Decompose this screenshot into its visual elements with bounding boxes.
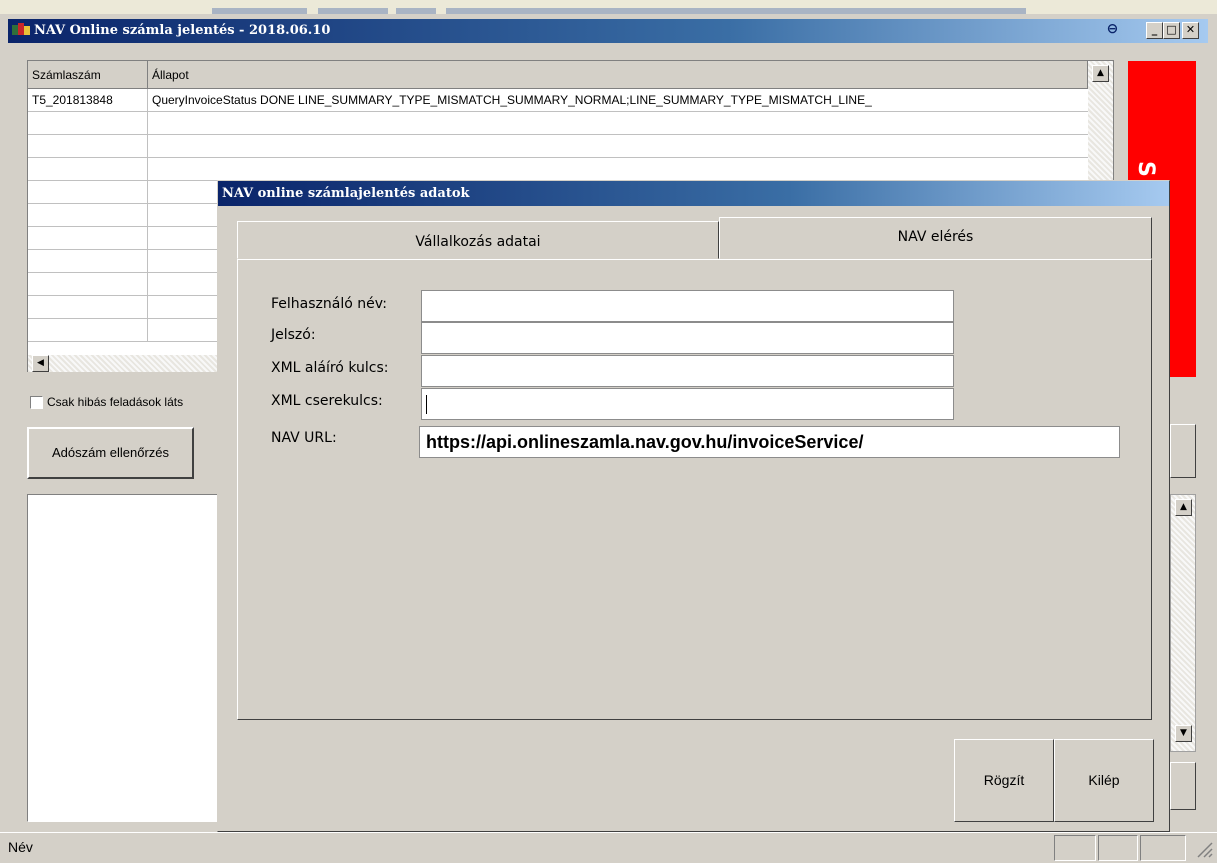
exit-button[interactable]: Kilép bbox=[1054, 739, 1154, 822]
tab-business-data[interactable]: Vállalkozás adatai bbox=[237, 221, 719, 259]
dialog-title: NAV online számlajelentés adatok bbox=[222, 186, 470, 201]
password-field[interactable] bbox=[421, 322, 954, 354]
main-title-bar: NAV Online számla jelentés - 2018.06.10 … bbox=[8, 19, 1208, 43]
scroll-up-icon[interactable]: ▲ bbox=[1092, 65, 1109, 82]
cell-invoice-number[interactable]: T5_201813848 bbox=[28, 89, 148, 111]
app-icon bbox=[12, 23, 30, 35]
cell-invoice-number[interactable] bbox=[28, 204, 148, 226]
tax-number-check-button[interactable]: Adószám ellenőrzés bbox=[27, 427, 194, 479]
cell-invoice-number[interactable] bbox=[28, 250, 148, 272]
alert-panel-text: S bbox=[1133, 161, 1158, 177]
status-panel bbox=[1054, 835, 1096, 861]
cell-invoice-number[interactable] bbox=[28, 319, 148, 341]
cell-invoice-number[interactable] bbox=[28, 227, 148, 249]
nav-url-field[interactable]: https://api.onlineszamla.nav.gov.hu/invo… bbox=[419, 426, 1120, 458]
cell-status[interactable] bbox=[148, 135, 1092, 157]
dialog-tabs: Vállalkozás adatai NAV elérés Felhasznál… bbox=[237, 217, 1152, 720]
right-button-bottom[interactable] bbox=[1170, 762, 1196, 810]
top-strip bbox=[0, 0, 1217, 14]
cell-invoice-number[interactable] bbox=[28, 296, 148, 318]
save-button[interactable]: Rögzít bbox=[954, 739, 1054, 822]
cell-status[interactable] bbox=[148, 112, 1092, 134]
column-header-status[interactable]: Állapot bbox=[148, 61, 1088, 89]
right-vertical-scrollbar[interactable]: ▲ ▼ bbox=[1170, 494, 1196, 752]
cell-invoice-number[interactable] bbox=[28, 181, 148, 203]
errors-only-checkbox-row[interactable]: Csak hibás feladások láts bbox=[30, 393, 230, 413]
cell-status[interactable] bbox=[148, 158, 1092, 180]
scroll-down-icon[interactable]: ▼ bbox=[1175, 725, 1192, 742]
scroll-up-icon[interactable]: ▲ bbox=[1175, 499, 1192, 516]
xml-signing-key-label: XML aláíró kulcs: bbox=[271, 360, 389, 376]
username-label: Felhasználó név: bbox=[271, 296, 387, 312]
text-caret bbox=[426, 395, 427, 414]
errors-only-checkbox[interactable] bbox=[30, 396, 43, 409]
status-panel bbox=[1140, 835, 1186, 861]
cell-invoice-number[interactable] bbox=[28, 112, 148, 134]
dialog-title-bar: NAV online számlajelentés adatok bbox=[218, 181, 1169, 206]
restore-mode-icon[interactable]: ⊖ bbox=[1104, 22, 1121, 39]
nav-url-label: NAV URL: bbox=[271, 430, 337, 446]
username-field[interactable] bbox=[421, 290, 954, 322]
cell-invoice-number[interactable] bbox=[28, 273, 148, 295]
scroll-left-icon[interactable]: ◀ bbox=[32, 355, 49, 372]
maximize-button[interactable]: □ bbox=[1163, 22, 1180, 39]
xml-exchange-key-label: XML cserekulcs: bbox=[271, 393, 383, 409]
password-label: Jelszó: bbox=[271, 327, 316, 343]
right-button-top[interactable] bbox=[1170, 424, 1196, 478]
table-row[interactable]: T5_201813848 QueryInvoiceStatus DONE LINE… bbox=[28, 89, 1088, 112]
tab-nav-access[interactable]: NAV elérés bbox=[719, 217, 1152, 259]
resize-grip-icon[interactable] bbox=[1190, 835, 1216, 861]
tab-panel-nav-access: Felhasználó név: Jelszó: XML aláíró kulc… bbox=[237, 259, 1152, 720]
status-bar: Név bbox=[0, 832, 1217, 861]
table-row[interactable] bbox=[28, 112, 1088, 135]
close-button[interactable]: ✕ bbox=[1182, 22, 1199, 39]
column-header-invoice-number[interactable]: Számlaszám bbox=[28, 61, 148, 89]
minimize-button[interactable]: _ bbox=[1146, 22, 1163, 39]
xml-signing-key-field[interactable] bbox=[421, 355, 954, 387]
table-row[interactable] bbox=[28, 135, 1088, 158]
cell-status[interactable]: QueryInvoiceStatus DONE LINE_SUMMARY_TYP… bbox=[148, 89, 1092, 111]
cell-invoice-number[interactable] bbox=[28, 135, 148, 157]
status-text: Név bbox=[8, 839, 33, 855]
cell-invoice-number[interactable] bbox=[28, 158, 148, 180]
nav-settings-dialog: NAV online számlajelentés adatok Vállalk… bbox=[217, 180, 1170, 832]
errors-only-label: Csak hibás feladások láts bbox=[47, 395, 184, 409]
table-row[interactable] bbox=[28, 158, 1088, 181]
log-text-area[interactable] bbox=[27, 494, 227, 822]
status-panel bbox=[1098, 835, 1138, 861]
xml-exchange-key-field[interactable] bbox=[421, 388, 954, 420]
grid-header: Számlaszám Állapot bbox=[28, 61, 1088, 89]
window-title: NAV Online számla jelentés - 2018.06.10 bbox=[34, 23, 331, 38]
